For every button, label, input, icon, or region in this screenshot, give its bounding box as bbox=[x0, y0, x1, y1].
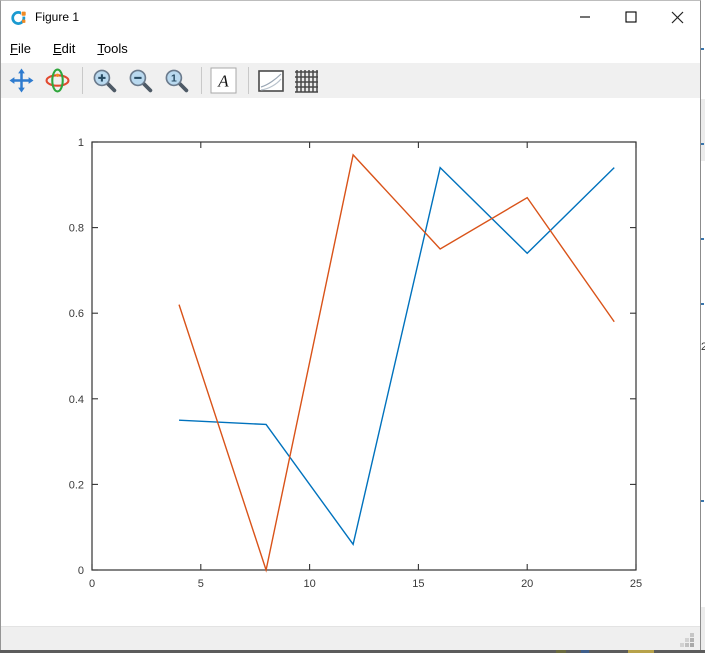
y-tick-label: 0 bbox=[78, 565, 84, 577]
zoom-in-button[interactable] bbox=[91, 67, 118, 95]
figure-window: Figure 1 bbox=[0, 0, 701, 653]
y-tick-label: 0.4 bbox=[69, 394, 84, 406]
screen: Figure 1 bbox=[0, 0, 705, 653]
menu-item-file[interactable]: File bbox=[10, 41, 31, 56]
zoom-out-icon bbox=[128, 68, 153, 93]
text-a-icon: A bbox=[210, 67, 237, 94]
background-window-sliver: 2 bbox=[701, 0, 705, 650]
zoom-out-button[interactable] bbox=[127, 67, 154, 95]
y-tick-label: 1 bbox=[78, 137, 84, 149]
sliver-mark bbox=[701, 143, 704, 145]
octave-logo-icon[interactable] bbox=[10, 9, 27, 26]
rotate-3d-icon bbox=[45, 68, 70, 93]
x-tick-label: 15 bbox=[412, 578, 424, 590]
toggle-grid-button[interactable] bbox=[293, 67, 320, 95]
svg-text:1: 1 bbox=[171, 74, 177, 85]
sliver-mark bbox=[701, 48, 704, 50]
zoom-original-button[interactable]: 1 bbox=[163, 67, 190, 95]
maximize-button[interactable] bbox=[608, 1, 654, 33]
toolbar-separator bbox=[201, 67, 202, 94]
toggle-axes-button[interactable] bbox=[257, 67, 284, 95]
sliver-mark bbox=[701, 238, 704, 240]
resize-grip-icon[interactable] bbox=[680, 633, 696, 649]
plot-line-series-1 bbox=[179, 168, 614, 545]
x-tick-label: 25 bbox=[630, 578, 642, 590]
status-bar bbox=[1, 626, 700, 652]
figure-canvas[interactable]: 0 5 10 15 20 25 0 0.2 0.4 0.6 0.8 1 bbox=[1, 98, 700, 626]
sliver-mark bbox=[701, 500, 704, 502]
menu-item-edit[interactable]: Edit bbox=[53, 41, 75, 56]
zoom-one-icon: 1 bbox=[164, 68, 189, 93]
x-tick-label: 0 bbox=[89, 578, 95, 590]
x-tick-label: 10 bbox=[303, 578, 315, 590]
toolbar-separator bbox=[82, 67, 83, 94]
svg-text:A: A bbox=[217, 72, 229, 91]
plot-axes: 0 5 10 15 20 25 0 0.2 0.4 0.6 0.8 1 bbox=[1, 98, 700, 626]
menu-item-tools[interactable]: Tools bbox=[97, 41, 127, 56]
sliver-partial-tick-label: 2 bbox=[701, 341, 705, 353]
minimize-icon bbox=[579, 11, 591, 23]
menu-bar: File Edit Tools bbox=[1, 33, 700, 63]
zoom-in-icon bbox=[92, 68, 117, 93]
plot-line-series-2 bbox=[179, 155, 614, 570]
toolbar-separator bbox=[248, 67, 249, 94]
plot-frame bbox=[92, 142, 636, 570]
title-bar[interactable]: Figure 1 bbox=[1, 1, 700, 33]
pan-button[interactable] bbox=[8, 67, 35, 95]
insert-text-button[interactable]: A bbox=[210, 67, 237, 95]
maximize-icon bbox=[625, 11, 637, 23]
grid-icon bbox=[294, 69, 319, 93]
y-tick-label: 0.6 bbox=[69, 308, 84, 320]
axes-icon bbox=[258, 70, 284, 92]
x-tick-label: 5 bbox=[198, 578, 204, 590]
rotate-button[interactable] bbox=[44, 67, 71, 95]
window-controls bbox=[562, 1, 700, 33]
y-tick-label: 0.8 bbox=[69, 223, 84, 235]
sliver-toolbar-fragment bbox=[701, 99, 705, 161]
toolbar: 1 A bbox=[1, 63, 700, 98]
sliver-mark bbox=[701, 303, 704, 305]
x-tick-label: 20 bbox=[521, 578, 533, 590]
minimize-button[interactable] bbox=[562, 1, 608, 33]
pan-arrows-icon bbox=[9, 68, 34, 93]
close-icon bbox=[671, 11, 684, 24]
window-title: Figure 1 bbox=[35, 10, 79, 24]
close-button[interactable] bbox=[654, 1, 700, 33]
y-tick-label: 0.2 bbox=[69, 479, 84, 491]
sliver-statusbar-fragment bbox=[701, 607, 705, 650]
